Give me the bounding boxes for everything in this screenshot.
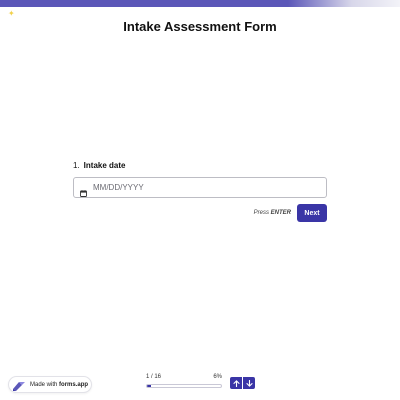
- press-hint-key: ENTER: [270, 210, 291, 216]
- top-accent-bar: [0, 0, 400, 7]
- press-hint-prefix: Press: [253, 210, 269, 216]
- intake-date-input[interactable]: [93, 183, 293, 192]
- question-label: 1. Intake date: [73, 161, 327, 173]
- progress-labels: 1 / 16 6%: [146, 374, 222, 382]
- progress-percent: 6%: [213, 374, 222, 380]
- question-actions: Press ENTER Next: [73, 204, 327, 222]
- question-number: 1.: [73, 161, 80, 170]
- badge-text: Made with forms.app: [30, 382, 88, 388]
- progress-track: [146, 384, 222, 388]
- form-title: Intake Assessment Form: [123, 19, 277, 34]
- next-question-button[interactable]: [243, 377, 255, 389]
- arrow-up-icon: [232, 379, 240, 387]
- badge-prefix: Made with: [30, 381, 58, 388]
- arrow-down-icon: [245, 379, 253, 387]
- question-block: 1. Intake date: [73, 161, 327, 198]
- sparkle-icon: ✦: [8, 9, 15, 18]
- question-nav: [230, 377, 255, 389]
- question-text: Intake date: [83, 161, 126, 170]
- press-enter-hint: Press ENTER: [254, 210, 291, 216]
- progress-fill: [147, 385, 152, 387]
- date-field[interactable]: [73, 177, 327, 198]
- made-with-badge[interactable]: Made with forms.app: [8, 376, 92, 393]
- next-button[interactable]: Next: [297, 204, 327, 222]
- calendar-icon[interactable]: [80, 184, 87, 197]
- previous-question-button[interactable]: [230, 377, 242, 389]
- forms-app-logo-icon: [12, 379, 26, 391]
- badge-brand: forms.app: [59, 381, 89, 388]
- progress-count: 1 / 16: [146, 374, 162, 380]
- progress-indicator: 1 / 16 6%: [146, 374, 222, 388]
